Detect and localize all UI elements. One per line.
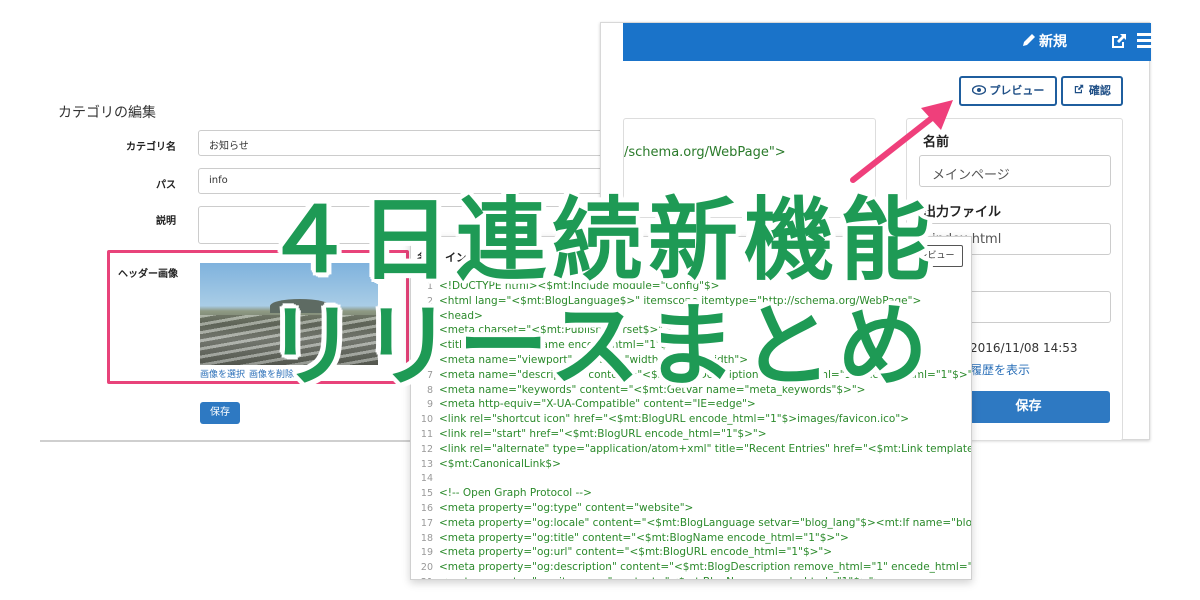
confirm-button-label: 確認 (1088, 84, 1111, 97)
code-text: <!-- Open Graph Protocol --> (439, 487, 592, 500)
external-link-small-icon (1074, 84, 1084, 94)
line-number: 13 (420, 458, 433, 470)
external-link-icon[interactable] (1109, 31, 1129, 55)
code-text: <link rel="alternate" type="application/… (439, 442, 972, 455)
line-number: 18 (420, 532, 433, 544)
code-text: <$mt:CanonicalLink$> (439, 457, 561, 470)
line-number: 10 (420, 414, 433, 426)
line-number: 11 (420, 428, 433, 440)
code-line: 16 <meta property="og:type" content="webs… (411, 501, 971, 516)
code-line: 17 <meta property="og:locale" content="<$… (411, 516, 972, 531)
top-navigation-bar: 新規 (623, 23, 1155, 61)
code-text: <meta property="og:title" content="<$mt:… (439, 531, 849, 544)
code-text: <meta property="og:type" content="websit… (439, 501, 694, 514)
code-line: 12 <link rel="alternate" type="applicatio… (411, 442, 972, 457)
line-number: 20 (420, 562, 433, 574)
code-text: <link rel="shortcut icon" href="<$mt:Blo… (439, 413, 909, 426)
category-save-button[interactable]: 保存 (200, 402, 240, 424)
confirm-button[interactable]: 確認 (1061, 76, 1123, 106)
code-text: <meta property="og:url" content="<$mt:Bl… (439, 546, 833, 559)
line-number: 15 (420, 488, 433, 500)
code-text: <meta property="og:description" content=… (439, 561, 972, 574)
code-line: 21 <meta property="og:site_name" content=… (411, 575, 971, 579)
line-number: 17 (420, 517, 433, 529)
code-text: <meta property="og:locale" content="<$mt… (439, 516, 972, 529)
hamburger-menu-icon[interactable] (1137, 31, 1155, 53)
preview-button-label: プレビュー (989, 84, 1045, 97)
pencil-icon (1023, 34, 1035, 46)
code-line: 14 (411, 471, 971, 486)
line-number: 21 (411, 576, 433, 579)
category-panel-title: カテゴリの編集 (58, 105, 156, 121)
preview-button[interactable]: プレビュー (959, 76, 1057, 106)
code-line: 13 <$mt:CanonicalLink$> (411, 457, 971, 472)
code-line: 19 <meta property="og:url" content="<$mt:… (411, 545, 971, 560)
headline-line-2: リリースまとめ (266, 294, 934, 399)
new-button[interactable]: 新規 (1021, 31, 1067, 51)
line-number: 19 (420, 547, 433, 559)
code-text: <meta property="og:site_name" content="<… (439, 576, 882, 579)
code-line: 11 <link rel="start" href="<$mt:BlogURL e… (411, 427, 971, 442)
line-number: 16 (420, 502, 433, 514)
code-line: 18 <meta property="og:title" content="<$m… (411, 531, 971, 546)
code-snippet-text: /schema.org/WebPage"> (624, 145, 786, 160)
headline-line-1: ４日連続新機能 (264, 188, 936, 293)
pointer-arrow (850, 100, 953, 183)
line-number: 12 (420, 443, 433, 455)
category-name-input[interactable]: お知らせ (198, 130, 640, 156)
code-line: 20 <meta property="og:description" conten… (411, 560, 972, 575)
eye-icon (971, 85, 986, 95)
line-number: 14 (420, 473, 433, 485)
code-line: 15 <!-- Open Graph Protocol --> (411, 486, 971, 501)
category-name-label: カテゴリ名 (126, 142, 176, 153)
code-text: <link rel="start" href="<$mt:BlogURL enc… (439, 427, 767, 440)
new-button-label: 新規 (1039, 34, 1067, 50)
code-line: 10 <link rel="shortcut icon" href="<$mt:B… (411, 412, 971, 427)
